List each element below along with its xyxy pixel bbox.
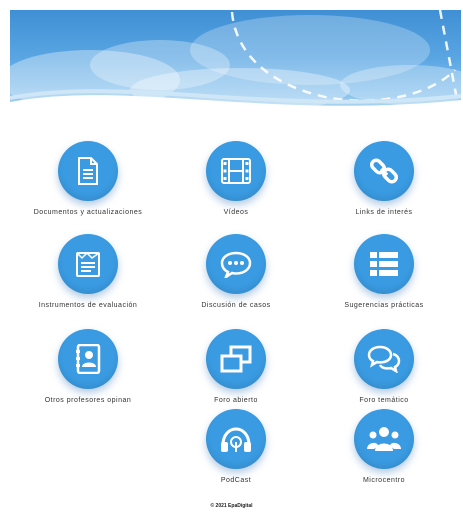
tile-documentos[interactable]: Documentos y actualizaciones: [18, 141, 158, 225]
tile-foro-abierto[interactable]: Foro abierto: [166, 329, 306, 413]
tile-sugerencias[interactable]: Sugerencias prácticas: [314, 234, 454, 318]
document-icon: [78, 157, 98, 185]
tile-discusion[interactable]: Discusión de casos: [166, 234, 306, 318]
header-banner: [10, 10, 461, 118]
tile-otros-profesores[interactable]: Otros profesores opinan: [18, 329, 158, 413]
tile-label: Links de interés: [355, 209, 413, 216]
tile-links[interactable]: Links de interés: [314, 141, 454, 225]
film-icon: [221, 158, 251, 184]
tile-label: PodCast: [220, 477, 252, 484]
windows-icon: [220, 345, 252, 373]
headphones-icon: [221, 427, 251, 452]
list-icon: [370, 252, 398, 276]
tile-microcentro[interactable]: Microcentro: [314, 409, 454, 493]
link-icon: [369, 158, 399, 184]
tile-label: Otros profesores opinan: [44, 397, 132, 404]
tile-label: Vídeos: [223, 209, 249, 216]
tile-label: Documentos y actualizaciones: [33, 209, 143, 216]
tile-label: Foro temático: [359, 397, 409, 404]
tile-label: Instrumentos de evaluación: [38, 302, 138, 309]
tile-label: Microcentro: [362, 477, 406, 484]
contacts-book-icon: [76, 344, 101, 374]
footer-copyright: © 2021 EpaDigital: [210, 503, 253, 509]
tile-instrumentos[interactable]: Instrumentos de evaluación: [18, 234, 158, 318]
tile-podcast[interactable]: PodCast: [166, 409, 306, 493]
group-icon: [367, 427, 401, 451]
tile-label: Discusión de casos: [201, 302, 271, 309]
tile-videos[interactable]: Vídeos: [166, 141, 306, 225]
tile-foro-tematico[interactable]: Foro temático: [314, 329, 454, 413]
clipboard-icon: [76, 251, 100, 277]
tile-label: Foro abierto: [214, 397, 258, 404]
chat-bubble-icon: [220, 251, 252, 278]
tile-label: Sugerencias prácticas: [344, 302, 424, 309]
sky-clouds-illustration: [10, 10, 461, 118]
chat-bubbles-icon: [367, 345, 401, 373]
